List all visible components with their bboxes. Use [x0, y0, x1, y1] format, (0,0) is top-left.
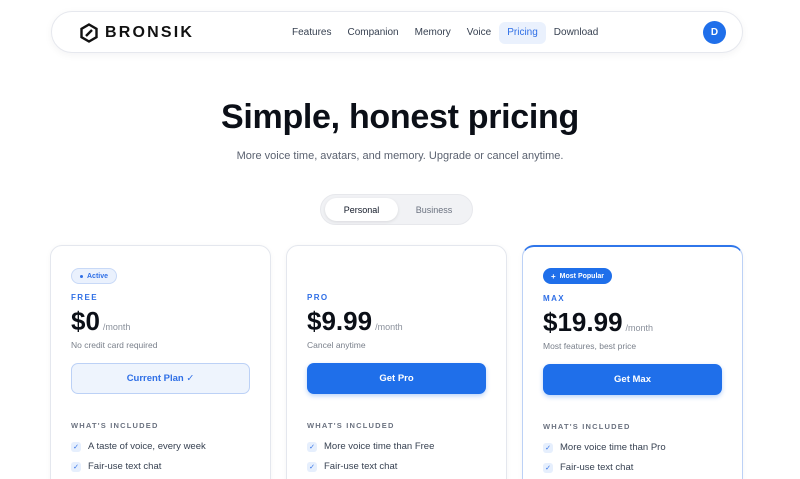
- nav-link-companion[interactable]: Companion: [339, 22, 406, 44]
- feature-label: More voice time than Pro: [560, 442, 666, 453]
- plan-tier: FREE: [71, 293, 98, 302]
- plan-period: /month: [625, 323, 654, 333]
- toggle-personal[interactable]: Personal: [325, 198, 398, 221]
- plan-tier: MAX: [543, 294, 565, 303]
- plan-note: Cancel anytime: [307, 340, 366, 350]
- dot-icon: [80, 274, 83, 278]
- plan-tier: PRO: [307, 293, 329, 302]
- nav-link-memory[interactable]: Memory: [407, 22, 459, 44]
- page-subtitle: More voice time, avatars, and memory. Up…: [236, 150, 564, 162]
- user-avatar[interactable]: D: [703, 21, 726, 44]
- nav-link-pricing[interactable]: Pricing: [499, 22, 546, 44]
- active-badge-label: Active: [87, 272, 109, 280]
- nav-link-download[interactable]: Download: [546, 22, 606, 44]
- plan-price: $0: [71, 306, 100, 336]
- feature-label: Fair-use text chat: [560, 462, 634, 473]
- nav-link-features[interactable]: Features: [284, 22, 339, 44]
- plus-icon: +: [551, 271, 556, 281]
- check-icon: ✓: [307, 461, 317, 472]
- plan-price: $9.99: [307, 306, 373, 336]
- hexagon-logo-icon: [80, 23, 98, 43]
- plan-type-toggle: Personal Business: [320, 194, 473, 225]
- feature-item: ✓ More voice time than Pro: [543, 442, 666, 453]
- feature-item: ✓ Fair-use text chat: [71, 461, 161, 472]
- top-navbar: BRONSIK Features Companion Memory Voice …: [51, 11, 743, 53]
- plan-period: /month: [102, 322, 131, 332]
- check-icon: ✓: [307, 441, 317, 452]
- active-badge: Active: [71, 268, 118, 284]
- plan-price: $19.99: [543, 307, 623, 337]
- included-heading: WHAT'S INCLUDED: [71, 421, 159, 430]
- most-popular-badge: + Most Popular: [543, 268, 613, 284]
- check-icon: ✓: [543, 442, 553, 453]
- page-title: Simple, honest pricing: [220, 98, 579, 136]
- included-heading: WHAT'S INCLUDED: [307, 421, 395, 430]
- check-icon: ✓: [71, 441, 81, 452]
- get-max-button[interactable]: Get Max: [543, 364, 722, 395]
- current-plan-button[interactable]: Current Plan ✓: [71, 363, 250, 394]
- plan-card-pro: PRO $9.99 /month Cancel anytime Get Pro …: [286, 245, 507, 479]
- plan-note: No credit card required: [71, 340, 158, 350]
- feature-item: ✓ A taste of voice, every week: [71, 441, 206, 452]
- check-icon: ✓: [543, 462, 553, 473]
- plan-note: Most features, best price: [543, 341, 637, 351]
- toggle-business[interactable]: Business: [398, 198, 470, 221]
- get-pro-button[interactable]: Get Pro: [307, 363, 486, 394]
- plan-card-free: Active FREE $0 /month No credit card req…: [50, 245, 271, 479]
- feature-label: Fair-use text chat: [88, 461, 162, 472]
- included-heading: WHAT'S INCLUDED: [543, 422, 631, 431]
- feature-item: ✓ More voice time than Free: [307, 441, 434, 452]
- plan-card-max: + Most Popular MAX $19.99 /month Most fe…: [522, 245, 743, 479]
- feature-item: ✓ Fair-use text chat: [543, 462, 633, 473]
- price-row: $19.99 /month: [543, 307, 653, 338]
- most-popular-label: Most Popular: [559, 272, 605, 280]
- feature-label: Fair-use text chat: [324, 461, 398, 472]
- feature-label: A taste of voice, every week: [88, 441, 206, 452]
- nav-links: Features Companion Memory Voice Pricing …: [284, 22, 606, 44]
- feature-item: ✓ Fair-use text chat: [307, 461, 397, 472]
- feature-label: More voice time than Free: [324, 441, 435, 452]
- nav-link-voice[interactable]: Voice: [459, 22, 499, 44]
- plan-period: /month: [375, 322, 403, 332]
- brand-logo[interactable]: BRONSIK: [79, 23, 194, 43]
- price-row: $9.99 /month: [307, 306, 403, 337]
- brand-name: BRONSIK: [105, 24, 195, 41]
- check-icon: ✓: [71, 461, 81, 472]
- price-row: $0 /month: [71, 306, 130, 337]
